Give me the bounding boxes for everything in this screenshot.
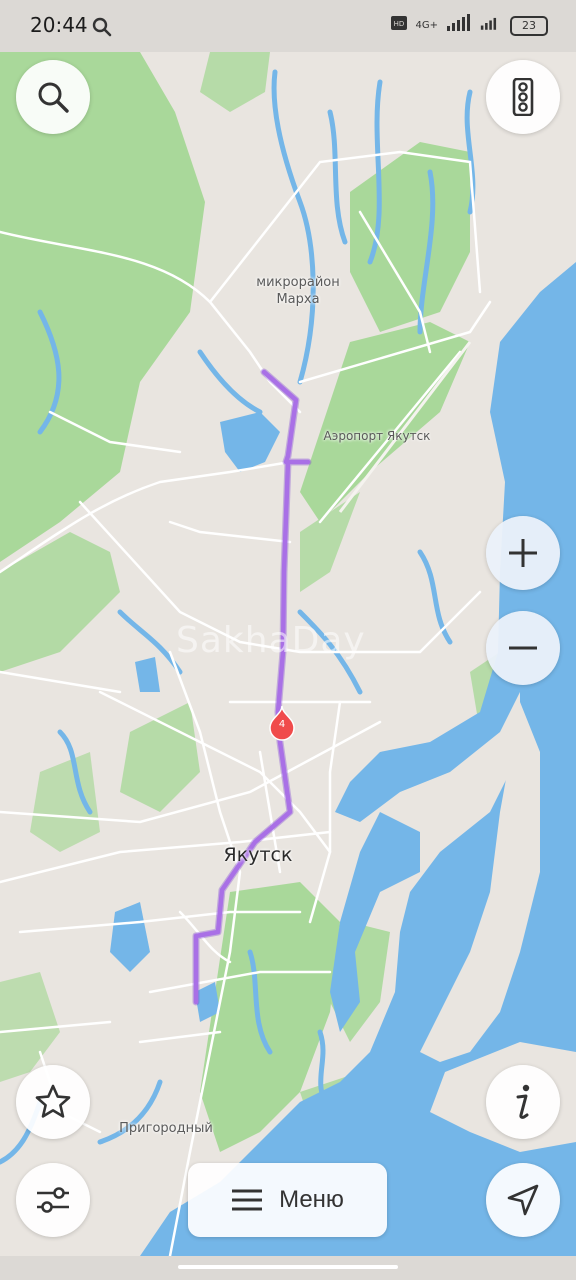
menu-label: Меню (279, 1186, 344, 1213)
zoom-out-button[interactable] (486, 611, 560, 685)
filters-button[interactable] (16, 1163, 90, 1237)
suburb-label: Пригородный (119, 1121, 213, 1136)
traffic-button[interactable] (486, 60, 560, 134)
airport-label: Аэропорт Якутск (323, 429, 431, 443)
route-marker[interactable]: 4 (268, 705, 296, 742)
hamburger-icon (232, 1189, 263, 1211)
district-label-line1: микрорайон (256, 275, 340, 290)
system-nav-bar (0, 1256, 576, 1280)
status-bar: 20:44 HD 4G+ 23 (0, 0, 576, 52)
volte-icon: HD (390, 14, 408, 37)
menu-button[interactable]: Меню (188, 1163, 387, 1237)
city-label: Якутск (223, 844, 293, 866)
signal-icon (446, 14, 472, 37)
minus-icon (509, 646, 537, 650)
info-icon (516, 1084, 530, 1119)
sliders-icon (37, 1187, 69, 1213)
network-type: 4G+ (415, 20, 439, 31)
locate-button[interactable] (486, 1163, 560, 1237)
status-indicators: HD 4G+ 23 (390, 14, 548, 37)
plus-icon (509, 539, 537, 567)
status-time: 20:44 (30, 13, 88, 37)
svg-text:HD: HD (393, 20, 404, 28)
search-icon (38, 82, 69, 113)
traffic-light-icon (512, 78, 534, 116)
info-button[interactable] (486, 1065, 560, 1139)
star-icon (35, 1084, 71, 1118)
home-indicator[interactable] (178, 1265, 398, 1269)
status-search-icon (92, 17, 112, 42)
search-button[interactable] (16, 60, 90, 134)
route-marker-number: 4 (278, 719, 286, 730)
district-label: микрорайон Марха (246, 274, 350, 308)
battery-indicator: 23 (510, 15, 548, 36)
favorites-button[interactable] (16, 1065, 90, 1139)
watermark: SakhaDay (176, 620, 366, 661)
zoom-in-button[interactable] (486, 516, 560, 590)
district-label-line2: Марха (276, 292, 320, 307)
location-arrow-icon (507, 1184, 539, 1216)
wifi-icon (480, 14, 502, 37)
